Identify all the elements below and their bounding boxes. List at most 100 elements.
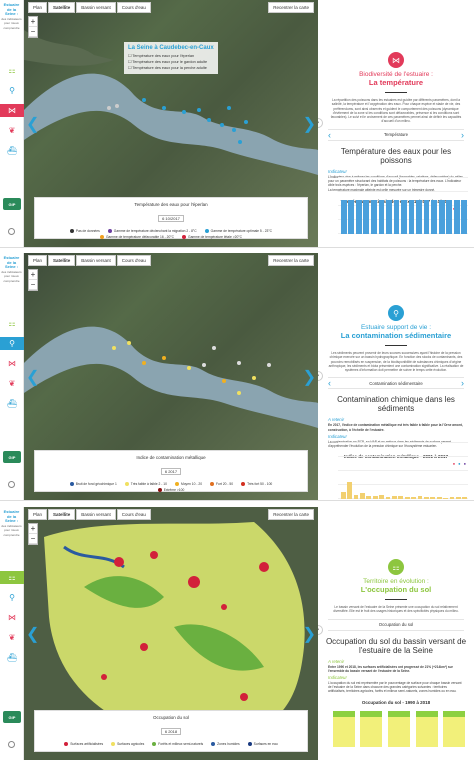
chart-bar[interactable] <box>462 497 468 499</box>
station-item[interactable]: ☐ Température des eaux pour la perche ad… <box>128 65 214 71</box>
chart-bar[interactable] <box>408 200 415 234</box>
cours-tab[interactable]: Cours d'eau <box>116 509 151 520</box>
prev-theme-icon[interactable]: ‹ <box>328 130 331 140</box>
satellite-tab[interactable]: Satellite <box>48 2 76 13</box>
chart-bar[interactable] <box>438 200 445 234</box>
recenter-button[interactable]: Recentrer la carte <box>268 2 314 13</box>
plan-tab[interactable]: Plan <box>28 2 48 13</box>
cours-tab[interactable]: Cours d'eau <box>116 2 151 13</box>
chart-bar[interactable] <box>423 200 430 234</box>
collapse-chevron-icon[interactable]: › <box>318 371 323 381</box>
collapse-chevron-icon[interactable]: › <box>318 625 323 635</box>
chart-bar[interactable] <box>416 200 422 234</box>
zoom-out-button[interactable]: − <box>29 534 37 544</box>
plan-tab[interactable]: Plan <box>28 255 48 266</box>
leaf-icon[interactable]: ❦ <box>0 631 24 644</box>
collapse-chevron-icon[interactable]: › <box>318 118 323 128</box>
bassin-tab[interactable]: Bassin versant <box>76 509 116 520</box>
chart-bar[interactable] <box>378 200 385 234</box>
boat-icon[interactable]: ⛴ <box>0 651 24 664</box>
chart-bar[interactable] <box>404 497 410 499</box>
chart-bar[interactable] <box>355 200 362 234</box>
chart-bar[interactable] <box>401 200 407 234</box>
chart-bar[interactable] <box>417 496 423 499</box>
chart-bar-segment[interactable] <box>443 711 466 717</box>
legend-date-select[interactable]: 6 2017 <box>160 468 182 475</box>
info-icon[interactable] <box>8 228 15 235</box>
info-icon[interactable] <box>8 741 15 748</box>
chart-bar-segment[interactable] <box>332 717 355 747</box>
satellite-tab[interactable]: Satellite <box>48 509 76 520</box>
theme-selector[interactable]: Occupation du sol <box>328 618 464 631</box>
next-arrow-icon[interactable]: ❯ <box>303 114 316 134</box>
chart-bar[interactable] <box>348 200 355 234</box>
leaf-icon[interactable]: ❦ <box>0 124 24 137</box>
chart-bar[interactable] <box>372 496 378 499</box>
chart-bar[interactable] <box>436 497 442 499</box>
chart-bar[interactable] <box>449 497 455 499</box>
map-view[interactable]: Plan Satellite Bassin versant Cours d'ea… <box>24 507 318 760</box>
chart-bar[interactable] <box>385 496 391 499</box>
next-arrow-icon[interactable]: ❯ <box>303 624 316 644</box>
leaf-icon[interactable]: ❦ <box>0 377 24 390</box>
boat-icon[interactable]: ⛴ <box>0 397 24 410</box>
prev-arrow-icon[interactable]: ❮ <box>26 367 39 387</box>
flask-icon[interactable]: ⚲ <box>0 84 24 97</box>
bassin-tab[interactable]: Bassin versant <box>76 255 116 266</box>
chart-bar[interactable] <box>461 200 468 234</box>
plan-tab[interactable]: Plan <box>28 509 48 520</box>
zoom-in-button[interactable]: + <box>29 17 37 27</box>
territory-icon[interactable]: ⚏ <box>0 317 24 330</box>
chart-bar[interactable] <box>431 200 437 234</box>
chart-bar-segment[interactable] <box>360 717 383 747</box>
flask-icon[interactable]: ⚲ <box>0 591 24 604</box>
boat-icon[interactable]: ⛴ <box>0 144 24 157</box>
chart-bar[interactable] <box>379 494 385 499</box>
chart-bar[interactable] <box>366 495 372 499</box>
zoom-in-button[interactable]: + <box>29 270 37 280</box>
next-theme-icon[interactable]: › <box>461 130 464 140</box>
zoom-in-button[interactable]: + <box>29 524 37 534</box>
chart-bar[interactable] <box>453 200 460 234</box>
chart-bar[interactable] <box>391 495 397 499</box>
chart-bar[interactable] <box>340 492 346 499</box>
chart-bar-segment[interactable] <box>387 711 411 717</box>
theme-selector[interactable]: ‹ Contamination sédimentaire › <box>328 377 464 390</box>
chart-bar-segment[interactable] <box>332 711 355 717</box>
satellite-tab[interactable]: Satellite <box>48 255 76 266</box>
legend-date-select[interactable]: 6 10/2017 <box>158 215 184 222</box>
chart-bar[interactable] <box>446 200 453 234</box>
chart-bar-segment[interactable] <box>415 711 438 717</box>
zoom-out-button[interactable]: − <box>29 27 37 37</box>
territory-icon[interactable]: ⚏ <box>0 571 24 584</box>
map-view[interactable]: Plan Satellite Bassin versant Cours d'ea… <box>24 0 318 247</box>
chart-bar[interactable] <box>423 497 429 499</box>
territory-icon[interactable]: ⚏ <box>0 64 24 77</box>
prev-arrow-icon[interactable]: ❮ <box>26 624 39 644</box>
chart-bar[interactable] <box>443 497 449 499</box>
chart-bar[interactable] <box>430 496 436 499</box>
recenter-button[interactable]: Recentrer la carte <box>268 255 314 266</box>
chart-bar[interactable] <box>340 200 347 234</box>
info-icon[interactable] <box>8 481 15 488</box>
next-theme-icon[interactable]: › <box>461 378 464 388</box>
fish-icon[interactable]: ⋈ <box>0 611 24 624</box>
chart-bar[interactable] <box>347 482 353 499</box>
chart-bar-segment[interactable] <box>360 711 383 717</box>
chart-bar[interactable] <box>455 496 461 499</box>
chart-bar[interactable] <box>359 493 365 499</box>
chart-bar-segment[interactable] <box>387 717 411 747</box>
chart-bar[interactable] <box>398 496 404 499</box>
cours-tab[interactable]: Cours d'eau <box>116 255 151 266</box>
chart-bar[interactable] <box>393 200 400 234</box>
chart-bar[interactable] <box>371 200 377 234</box>
chart-bar[interactable] <box>411 496 417 499</box>
map-view[interactable]: Plan Satellite Bassin versant Cours d'ea… <box>24 253 318 500</box>
recenter-button[interactable]: Recentrer la carte <box>268 509 314 520</box>
chart-bar-segment[interactable] <box>415 717 438 747</box>
prev-theme-icon[interactable]: ‹ <box>328 378 331 388</box>
zoom-out-button[interactable]: − <box>29 280 37 290</box>
chart-bar[interactable] <box>386 200 392 234</box>
bassin-tab[interactable]: Bassin versant <box>76 2 116 13</box>
theme-selector[interactable]: ‹ Température › <box>328 128 464 141</box>
